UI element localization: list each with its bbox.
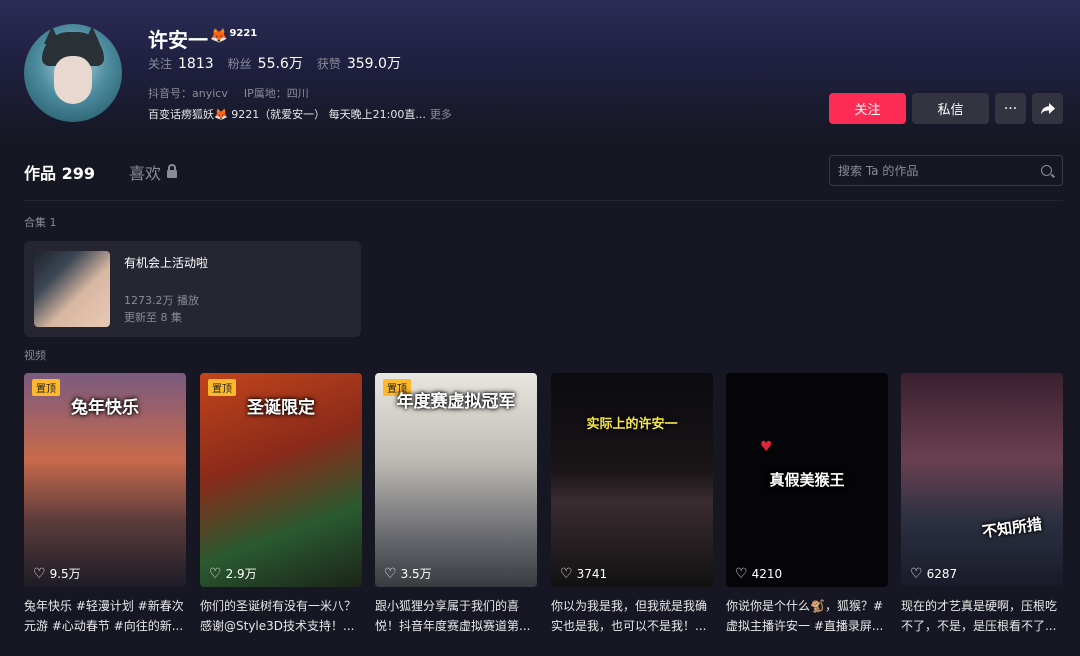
video-overlay-text: 年度赛虚拟冠军	[396, 392, 516, 412]
bio-text: 百变话痨狐妖🦊 9221（就爱安一） 每天晚上21:00直...	[148, 108, 426, 121]
video-thumbnail[interactable]: 不知所措 ♡ 6287	[901, 373, 1063, 587]
video-overlay-text: 实际上的许安一	[586, 417, 678, 432]
video-description[interactable]: 兔年快乐 #轻漫计划 #新春次元游 #心动春节 #向往的新...	[24, 596, 186, 636]
following-count[interactable]: 1813	[178, 56, 214, 72]
heart-icon: ♡	[735, 566, 748, 582]
more-button[interactable]: ···	[995, 93, 1026, 124]
collection-thumbnail	[34, 251, 110, 327]
video-likes-count: 3741	[576, 567, 608, 581]
videos-section-title: 视频	[24, 349, 46, 362]
following-label[interactable]: 关注	[148, 55, 172, 72]
tab-works[interactable]: 作品 299	[24, 160, 95, 184]
video-card[interactable]: 置顶 年度赛虚拟冠军 ♡ 3.5万 跟小狐狸分享属于我们的喜悦！抖音年度赛虚拟赛道…	[375, 373, 537, 636]
video-card[interactable]: 实际上的许安一 ♡ 3741 你以为我是我，但我就是我确实也是我，也可以不是我！.…	[551, 373, 713, 636]
collection-plays: 1273.2万 播放	[124, 294, 199, 307]
heart-icon: ♡	[33, 565, 46, 582]
video-thumbnail[interactable]: ♥ 真假美猴王 ♡ 4210	[726, 373, 888, 587]
video-likes: ♡ 3.5万	[384, 565, 432, 582]
works-search[interactable]	[829, 155, 1063, 186]
video-overlay-text: 兔年快乐	[71, 398, 139, 418]
video-likes: ♡ 9.5万	[33, 565, 81, 582]
heart-icon: ♡	[209, 565, 222, 582]
tab-likes-label: 喜欢	[128, 164, 161, 183]
video-likes: ♡ 4210	[735, 566, 782, 582]
video-thumbnail[interactable]: 置顶 年度赛虚拟冠军 ♡ 3.5万	[375, 373, 537, 587]
video-likes-count: 4210	[751, 567, 783, 581]
collection-section-title: 合集 1	[24, 216, 57, 229]
video-card[interactable]: 置顶 兔年快乐 ♡ 9.5万 兔年快乐 #轻漫计划 #新春次元游 #心动春节 #向…	[24, 373, 186, 636]
video-likes-count: 3.5万	[400, 567, 432, 581]
likes-label: 获赞	[316, 57, 341, 71]
collection-updated: 更新至 8 集	[124, 311, 182, 324]
video-thumbnail[interactable]: 置顶 圣诞限定 ♡ 2.9万	[200, 373, 362, 587]
heart-icon: ♡	[560, 566, 573, 582]
profile-bio: 百变话痨狐妖🦊 9221（就爱安一） 每天晚上21:00直... 更多	[148, 106, 452, 122]
profile-ids: 抖音号：anyicv IP属地：四川	[148, 85, 309, 101]
video-description[interactable]: 跟小狐狸分享属于我们的喜悦！抖音年度赛虚拟赛道第...	[375, 596, 537, 636]
video-likes-count: 9.5万	[49, 567, 81, 581]
video-likes: ♡ 6287	[910, 566, 957, 582]
avatar-ear-left	[44, 26, 60, 44]
collection-name: 有机会上活动啦	[124, 256, 209, 270]
video-likes-count: 6287	[926, 567, 958, 581]
video-thumbnail[interactable]: 实际上的许安一 ♡ 3741	[551, 373, 713, 587]
video-thumbnail[interactable]: 置顶 兔年快乐 ♡ 9.5万	[24, 373, 186, 587]
divider	[24, 200, 1063, 201]
video-likes: ♡ 3741	[560, 566, 607, 582]
profile-name-number: 9221	[229, 28, 258, 39]
video-description[interactable]: 你们的圣诞树有没有一米八？感谢@Style3D技术支持！...	[200, 596, 362, 636]
tab-likes[interactable]: 喜欢	[129, 160, 177, 184]
video-likes: ♡ 2.9万	[209, 565, 257, 582]
video-overlay-text: 圣诞限定	[247, 398, 315, 418]
collection-card[interactable]: 有机会上活动啦 1273.2万 播放 更新至 8 集	[24, 241, 361, 337]
video-card[interactable]: 不知所措 ♡ 6287 现在的才艺真是硬啊，压根吃不了，不是，是压根看不了...	[901, 373, 1063, 636]
bio-more-link[interactable]: 更多	[430, 106, 452, 122]
avatar[interactable]	[24, 24, 122, 122]
profile-name: 许安一 🦊 9221	[148, 24, 257, 53]
likes-count: 359.0万	[346, 56, 401, 72]
profile-stats: 关注 1813 粉丝 55.6万 获赞 359.0万	[148, 53, 415, 73]
video-likes-count: 2.9万	[225, 567, 257, 581]
video-overlay-text: 不知所措	[981, 514, 1044, 542]
video-card[interactable]: ♥ 真假美猴王 ♡ 4210 你说你是个什么🐒，狐猴？#虚拟主播许安一 #直播录屏…	[726, 373, 888, 636]
search-icon[interactable]	[1041, 165, 1052, 176]
followers-count[interactable]: 55.6万	[258, 53, 303, 73]
lock-icon	[167, 164, 177, 178]
avatar-face	[54, 56, 92, 104]
profile-name-text: 许安一	[148, 28, 208, 52]
video-overlay-text: 真假美猴王	[769, 471, 845, 489]
search-input[interactable]	[838, 163, 1028, 178]
heart-decoration-icon: ♥	[760, 439, 773, 455]
ip-location: IP属地：四川	[243, 87, 309, 100]
video-card[interactable]: 置顶 圣诞限定 ♡ 2.9万 你们的圣诞树有没有一米八？感谢@Style3D技术支…	[200, 373, 362, 636]
avatar-ear-right	[84, 26, 100, 44]
message-button[interactable]: 私信	[912, 93, 989, 124]
video-description[interactable]: 你以为我是我，但我就是我确实也是我，也可以不是我！...	[551, 596, 713, 636]
followers-label[interactable]: 粉丝	[228, 55, 252, 72]
follow-button[interactable]: 关注	[829, 93, 906, 124]
douyin-id: 抖音号：anyicv	[148, 87, 228, 100]
share-icon	[1040, 102, 1055, 114]
video-description[interactable]: 你说你是个什么🐒，狐猴？#虚拟主播许安一 #直播录屏...	[726, 596, 888, 636]
fox-icon: 🦊	[210, 28, 228, 44]
profile-tabs: 作品 299 喜欢	[24, 160, 177, 184]
share-button[interactable]	[1032, 93, 1063, 124]
heart-icon: ♡	[910, 566, 923, 582]
video-description[interactable]: 现在的才艺真是硬啊，压根吃不了，不是，是压根看不了...	[901, 596, 1063, 636]
heart-icon: ♡	[384, 565, 397, 582]
